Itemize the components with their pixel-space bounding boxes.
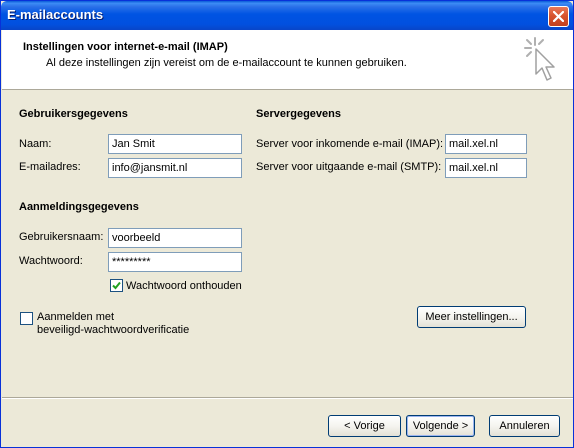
username-field[interactable]: voorbeeld xyxy=(108,228,242,248)
remember-password-label[interactable]: Wachtwoord onthouden xyxy=(126,280,242,292)
email-accounts-dialog: E-mailaccounts Instellingen voor interne… xyxy=(0,0,574,448)
more-settings-button[interactable]: Meer instellingen... xyxy=(417,306,526,328)
name-label: Naam: xyxy=(19,138,52,150)
login-info-heading: Aanmeldingsgegevens xyxy=(19,201,139,213)
incoming-server-field[interactable]: mail.xel.nl xyxy=(445,134,527,154)
outgoing-server-field[interactable]: mail.xel.nl xyxy=(445,158,527,178)
wizard-header: Instellingen voor internet-e-mail (IMAP)… xyxy=(2,30,573,90)
page-title: Instellingen voor internet-e-mail (IMAP) xyxy=(23,41,228,53)
window-title: E-mailaccounts xyxy=(7,7,104,22)
incoming-server-label: Server voor inkomende e-mail (IMAP): xyxy=(256,138,444,150)
close-button[interactable] xyxy=(548,6,569,27)
checkmark-icon xyxy=(112,281,121,290)
outgoing-server-label: Server voor uitgaande e-mail (SMTP): xyxy=(256,161,442,173)
sparkle-cursor-icon xyxy=(524,37,555,81)
name-field[interactable]: Jan Smit xyxy=(108,134,242,154)
username-label: Gebruikersnaam: xyxy=(19,231,104,243)
email-label: E-mailadres: xyxy=(19,161,81,173)
next-button[interactable]: Volgende > xyxy=(406,415,475,437)
email-field[interactable]: info@jansmit.nl xyxy=(108,158,242,178)
page-subtitle: Al deze instellingen zijn vereist om de … xyxy=(46,57,407,69)
cancel-button[interactable]: Annuleren xyxy=(489,415,560,437)
server-info-heading: Servergegevens xyxy=(256,108,341,120)
close-icon xyxy=(553,11,564,22)
spa-checkbox[interactable] xyxy=(20,312,33,325)
spa-label-line2[interactable]: beveiligd-wachtwoordverificatie xyxy=(37,324,189,336)
password-label: Wachtwoord: xyxy=(19,255,83,267)
remember-password-checkbox[interactable] xyxy=(110,279,123,292)
user-info-heading: Gebruikersgegevens xyxy=(19,108,128,120)
back-button[interactable]: < Vorige xyxy=(328,415,401,437)
title-bar[interactable]: E-mailaccounts xyxy=(1,1,573,30)
password-field[interactable]: ********* xyxy=(108,252,242,272)
spa-label-line1[interactable]: Aanmelden met xyxy=(37,311,114,323)
divider-highlight xyxy=(2,398,573,399)
